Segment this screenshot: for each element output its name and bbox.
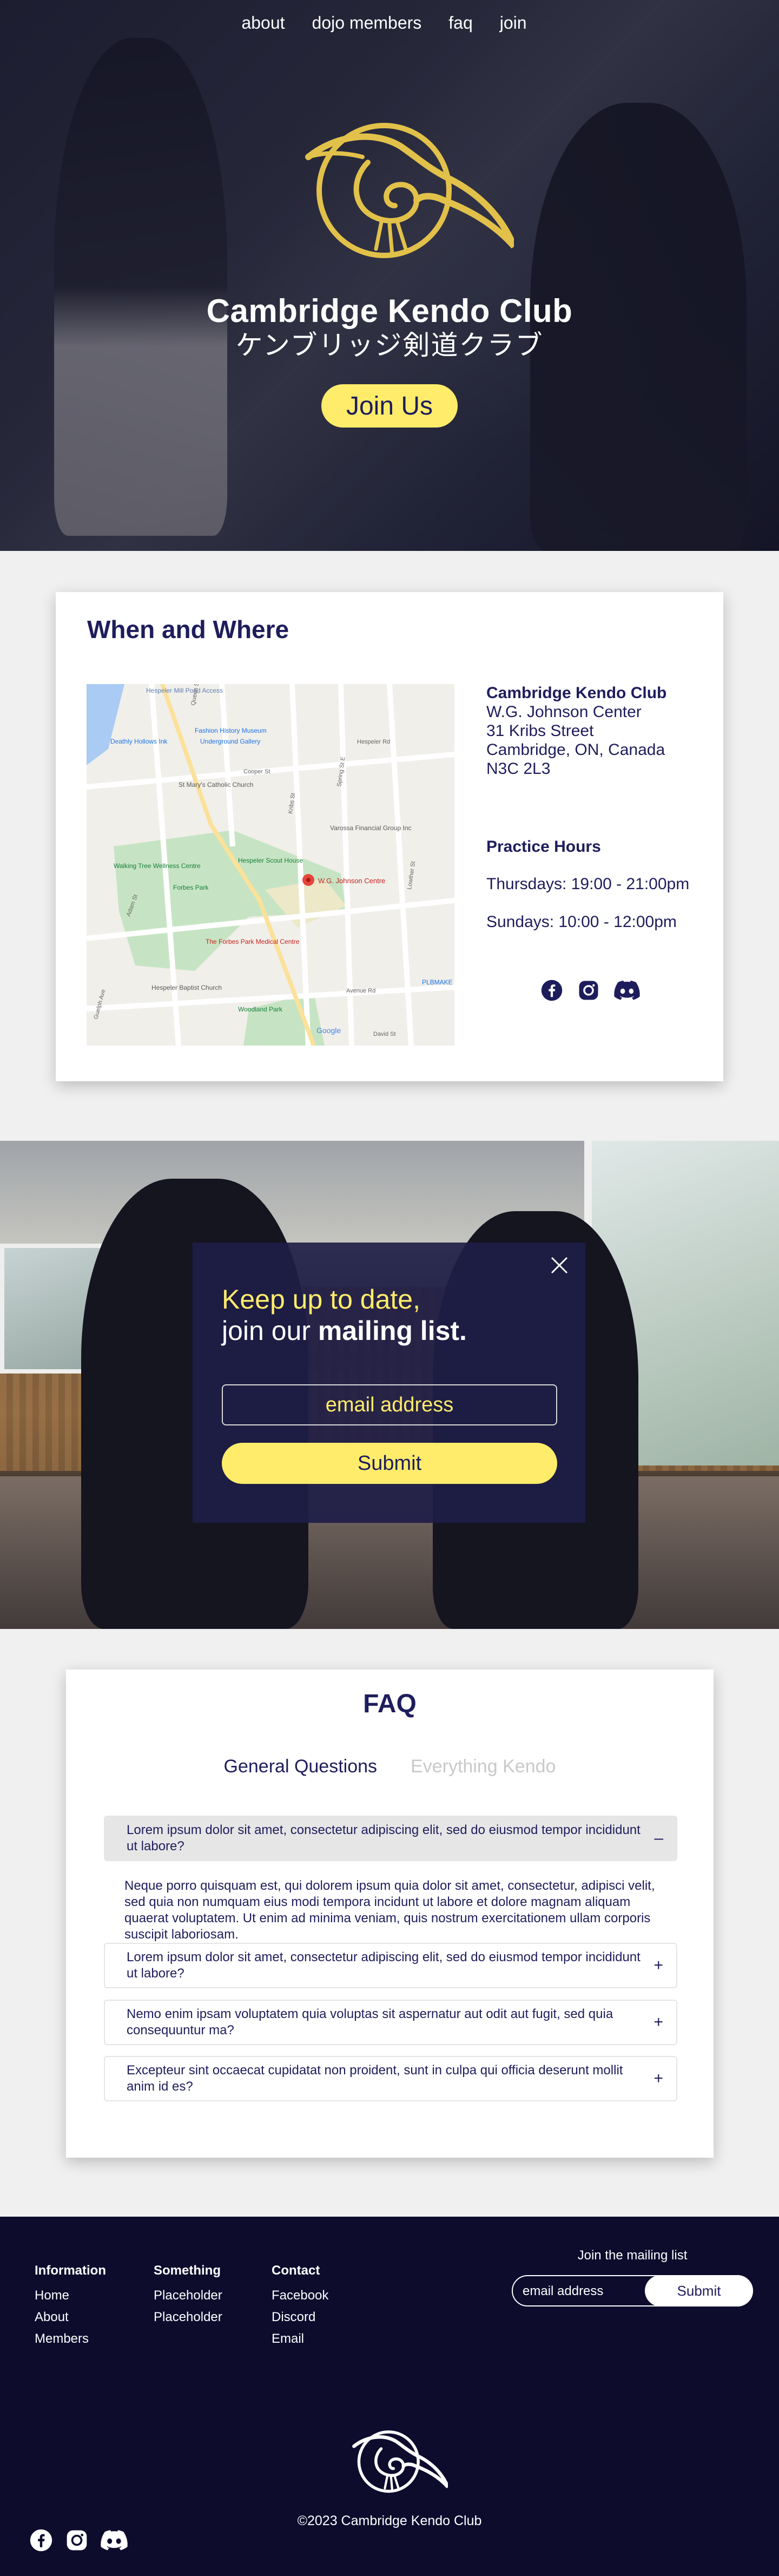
address-line: Cambridge, ON, Canada [486, 741, 665, 759]
address-line: N3C 2L3 [486, 760, 551, 778]
footer-link-discord[interactable]: Discord [272, 2306, 328, 2328]
map-place-label: Hespeler Mill Pond Access [146, 687, 223, 694]
club-logo-crane-icon [305, 123, 514, 258]
footer-column-contact: Contact Facebook Discord Email [272, 2260, 328, 2350]
map-street-label: David St [373, 1031, 396, 1037]
practice-hours-thursday: Thursdays: 19:00 - 21:00pm [486, 875, 690, 893]
footer-mailing-form: Join the mailing list Submit [512, 2248, 753, 2306]
footer-column-heading: Information [35, 2263, 106, 2278]
expand-icon[interactable]: + [653, 2071, 663, 2087]
map-place-label: The Forbes Park Medical Centre [206, 938, 300, 945]
faq-question-text: Nemo enim ipsam voluptatem quia voluptas… [127, 2007, 613, 2038]
footer-link-email[interactable]: Email [272, 2328, 328, 2350]
location-info: Cambridge Kendo Club W.G. Johnson Center… [486, 684, 703, 1004]
footer-mailing-title: Join the mailing list [577, 2248, 688, 2263]
footer-logo-crane-icon [352, 2430, 448, 2493]
expand-icon[interactable]: + [653, 2014, 663, 2030]
footer-link-placeholder[interactable]: Placeholder [154, 2285, 222, 2306]
footer-column-something: Something Placeholder Placeholder [154, 2260, 222, 2328]
nav-link-faq[interactable]: faq [448, 13, 472, 33]
faq-question-4[interactable]: Excepteur sint occaecat cupidatat non pr… [104, 2056, 677, 2101]
hero-overlay [0, 0, 779, 551]
faq-answer: Neque porro quisquam est, qui dolorem ip… [124, 1878, 655, 1942]
when-where-heading: When and Where [87, 615, 289, 643]
map-graphic: W.G. Johnson Centre Hespeler Mill Pond A… [87, 684, 454, 1046]
footer-link-members[interactable]: Members [35, 2328, 106, 2350]
map-place-label: Underground Gallery [200, 738, 260, 745]
footer-column-heading: Something [154, 2263, 221, 2278]
instagram-icon[interactable] [577, 979, 600, 1004]
faq-card: FAQ General Questions Everything Kendo L… [66, 1670, 714, 2158]
map-marker-label: W.G. Johnson Centre [318, 877, 385, 885]
club-name: Cambridge Kendo Club [486, 684, 667, 702]
footer-column-information: Information Home About Members [35, 2260, 106, 2350]
footer: Information Home About Members Something… [0, 2217, 779, 2576]
mailing-submit-button[interactable]: Submit [222, 1443, 557, 1484]
instagram-icon[interactable] [65, 2528, 89, 2555]
footer-link-facebook[interactable]: Facebook [272, 2285, 328, 2306]
collapse-icon[interactable]: – [654, 1830, 663, 1846]
footer-social-icons [29, 2528, 128, 2555]
mailing-list-modal: Keep up to date, join our mailing list. … [193, 1243, 585, 1523]
footer-submit-button[interactable]: Submit [645, 2275, 753, 2306]
footer-link-placeholder[interactable]: Placeholder [154, 2306, 222, 2328]
faq-tabs: General Questions Everything Kendo [66, 1756, 714, 1777]
practice-hours-heading: Practice Hours [486, 838, 601, 856]
mailing-subheadline: join our mailing list. [222, 1316, 467, 1346]
top-nav: about dojo members faq join [0, 13, 779, 33]
map-place-label: Forbes Park [173, 884, 209, 891]
map-place-label: Hespeler Baptist Church [151, 984, 222, 991]
footer-email-input[interactable] [523, 2283, 642, 2300]
footer-link-about[interactable]: About [35, 2306, 106, 2328]
map-place-label: Deathly Hollows Ink [110, 738, 168, 745]
faq-question-1[interactable]: Lorem ipsum dolor sit amet, consectetur … [104, 1816, 677, 1861]
map-place-label: St Mary's Catholic Church [179, 781, 253, 788]
join-us-button[interactable]: Join Us [321, 384, 458, 428]
close-icon[interactable] [549, 1254, 570, 1276]
hero-subtitle-japanese: ケンブリッジ剣道クラブ [235, 330, 544, 361]
address-line: 31 Kribs Street [486, 722, 594, 740]
mailing-email-input[interactable] [222, 1384, 557, 1425]
facebook-icon[interactable] [29, 2528, 53, 2555]
hero-section: about dojo members faq join Cambridge Ke… [0, 0, 779, 551]
copyright-text: ©2023 Cambridge Kendo Club [297, 2513, 482, 2528]
tab-general-questions[interactable]: General Questions [224, 1756, 378, 1777]
nav-link-join[interactable]: join [500, 13, 527, 33]
expand-icon[interactable]: + [653, 1957, 663, 1974]
location-map[interactable]: W.G. Johnson Centre Hespeler Mill Pond A… [87, 684, 454, 1046]
discord-icon[interactable] [614, 979, 640, 1004]
faq-question-text: Lorem ipsum dolor sit amet, consectetur … [127, 1823, 641, 1854]
map-place-label: Varossa Financial Group Inc [330, 824, 412, 832]
address-line: W.G. Johnson Center [486, 703, 642, 721]
map-place-label: Hespeler Scout House [238, 857, 303, 864]
practice-hours-sunday: Sundays: 10:00 - 12:00pm [486, 913, 677, 931]
discord-icon[interactable] [101, 2528, 128, 2555]
map-place-label: Woodland Park [238, 1006, 283, 1013]
footer-link-home[interactable]: Home [35, 2285, 106, 2306]
map-street-label: Hespeler Rd [357, 739, 390, 745]
nav-link-dojo-members[interactable]: dojo members [312, 13, 422, 33]
map-street-label: Avenue Rd [346, 988, 375, 994]
map-street-label: Cooper St [243, 768, 270, 775]
facebook-icon[interactable] [540, 979, 563, 1004]
map-place-label: Fashion History Museum [195, 727, 267, 734]
mailing-headline: Keep up to date, [222, 1284, 420, 1315]
faq-question-2[interactable]: Lorem ipsum dolor sit amet, consectetur … [104, 1943, 677, 1988]
map-place-label: Walking Tree Wellness Centre [114, 862, 201, 870]
faq-heading: FAQ [363, 1690, 417, 1718]
faq-question-text: Excepteur sint occaecat cupidatat non pr… [127, 2063, 623, 2094]
faq-question-text: Lorem ipsum dolor sit amet, consectetur … [127, 1950, 641, 1981]
when-and-where-card: When and Where W.G. Johnson Centre Hespe… [56, 592, 723, 1081]
map-google-attribution: Google [316, 1026, 341, 1035]
footer-mailing-row: Submit [512, 2275, 753, 2306]
map-place-label: PLBMAKE [422, 978, 453, 986]
faq-question-3[interactable]: Nemo enim ipsam voluptatem quia voluptas… [104, 2000, 677, 2045]
tab-everything-kendo[interactable]: Everything Kendo [411, 1756, 556, 1777]
nav-link-about[interactable]: about [241, 13, 285, 33]
location-social-icons [540, 979, 703, 1004]
footer-column-heading: Contact [272, 2263, 320, 2278]
